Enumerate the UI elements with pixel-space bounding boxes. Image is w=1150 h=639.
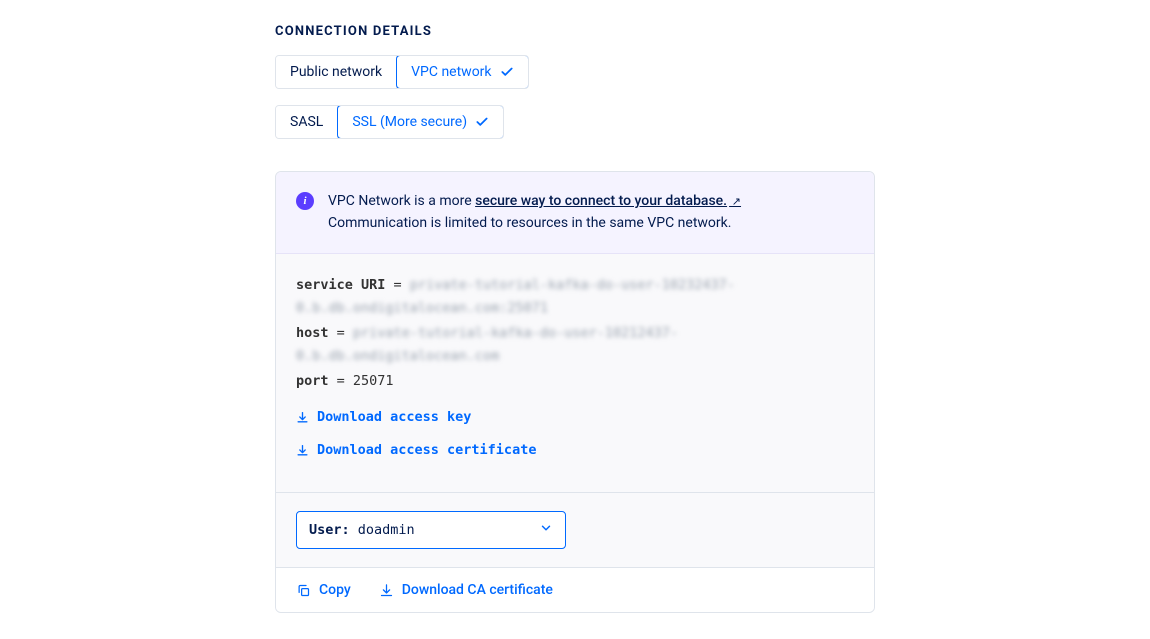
footer-actions: Copy Download CA certificate — [276, 568, 874, 612]
download-access-key-link[interactable]: Download access key — [296, 406, 854, 429]
ssl-tab[interactable]: SSL (More secure) — [337, 105, 504, 139]
info-icon: i — [296, 192, 314, 210]
info-text: VPC Network is a more secure way to conn… — [328, 190, 741, 235]
download-access-key-label: Download access key — [317, 406, 471, 429]
host-row: host = private-tutorial-kafka-do-user-10… — [296, 322, 854, 368]
copy-label: Copy — [319, 582, 351, 598]
download-ca-cert-label: Download CA certificate — [402, 582, 553, 598]
download-access-cert-label: Download access certificate — [317, 439, 536, 462]
host-value: private-tutorial-kafka-do-user-10212437-… — [296, 325, 678, 364]
download-icon — [296, 411, 309, 424]
copy-icon — [296, 583, 311, 598]
port-row: port = 25071 — [296, 370, 854, 393]
secure-connect-link[interactable]: secure way to connect to your database. … — [475, 193, 741, 209]
auth-segmented-control: SASL SSL (More secure) — [275, 105, 504, 139]
user-select-label: User: — [309, 522, 350, 538]
download-access-cert-link[interactable]: Download access certificate — [296, 439, 854, 462]
network-segmented-control: Public network VPC network — [275, 55, 529, 89]
check-icon — [500, 65, 514, 79]
user-select[interactable]: User: doadmin — [296, 511, 566, 549]
service-uri-key: service URI — [296, 277, 385, 293]
public-network-label: Public network — [290, 64, 382, 80]
check-icon — [475, 115, 489, 129]
port-key: port — [296, 373, 329, 389]
connection-details-body: service URI = private-tutorial-kafka-do-… — [276, 254, 874, 494]
download-icon — [379, 583, 394, 598]
vpc-network-label: VPC network — [411, 64, 491, 80]
connection-card: i VPC Network is a more secure way to co… — [275, 171, 875, 613]
banner-line2: Communication is limited to resources in… — [328, 215, 731, 231]
section-heading: CONNECTION DETAILS — [275, 24, 875, 39]
host-key: host — [296, 325, 329, 341]
sasl-label: SASL — [290, 114, 323, 130]
sasl-tab[interactable]: SASL — [276, 106, 338, 138]
vpc-network-tab[interactable]: VPC network — [396, 55, 528, 89]
banner-prefix: VPC Network is a more — [328, 193, 475, 209]
user-select-row: User: doadmin — [276, 493, 874, 568]
download-icon — [296, 444, 309, 457]
copy-button[interactable]: Copy — [296, 582, 351, 598]
external-link-icon: ↗ — [729, 195, 741, 208]
port-value: 25071 — [353, 373, 394, 389]
chevron-down-icon — [539, 521, 553, 539]
public-network-tab[interactable]: Public network — [276, 56, 397, 88]
user-select-value: doadmin — [358, 522, 415, 538]
download-ca-cert-button[interactable]: Download CA certificate — [379, 582, 553, 598]
ssl-label: SSL (More secure) — [352, 114, 467, 130]
service-uri-row: service URI = private-tutorial-kafka-do-… — [296, 274, 854, 320]
info-banner: i VPC Network is a more secure way to co… — [276, 172, 874, 254]
